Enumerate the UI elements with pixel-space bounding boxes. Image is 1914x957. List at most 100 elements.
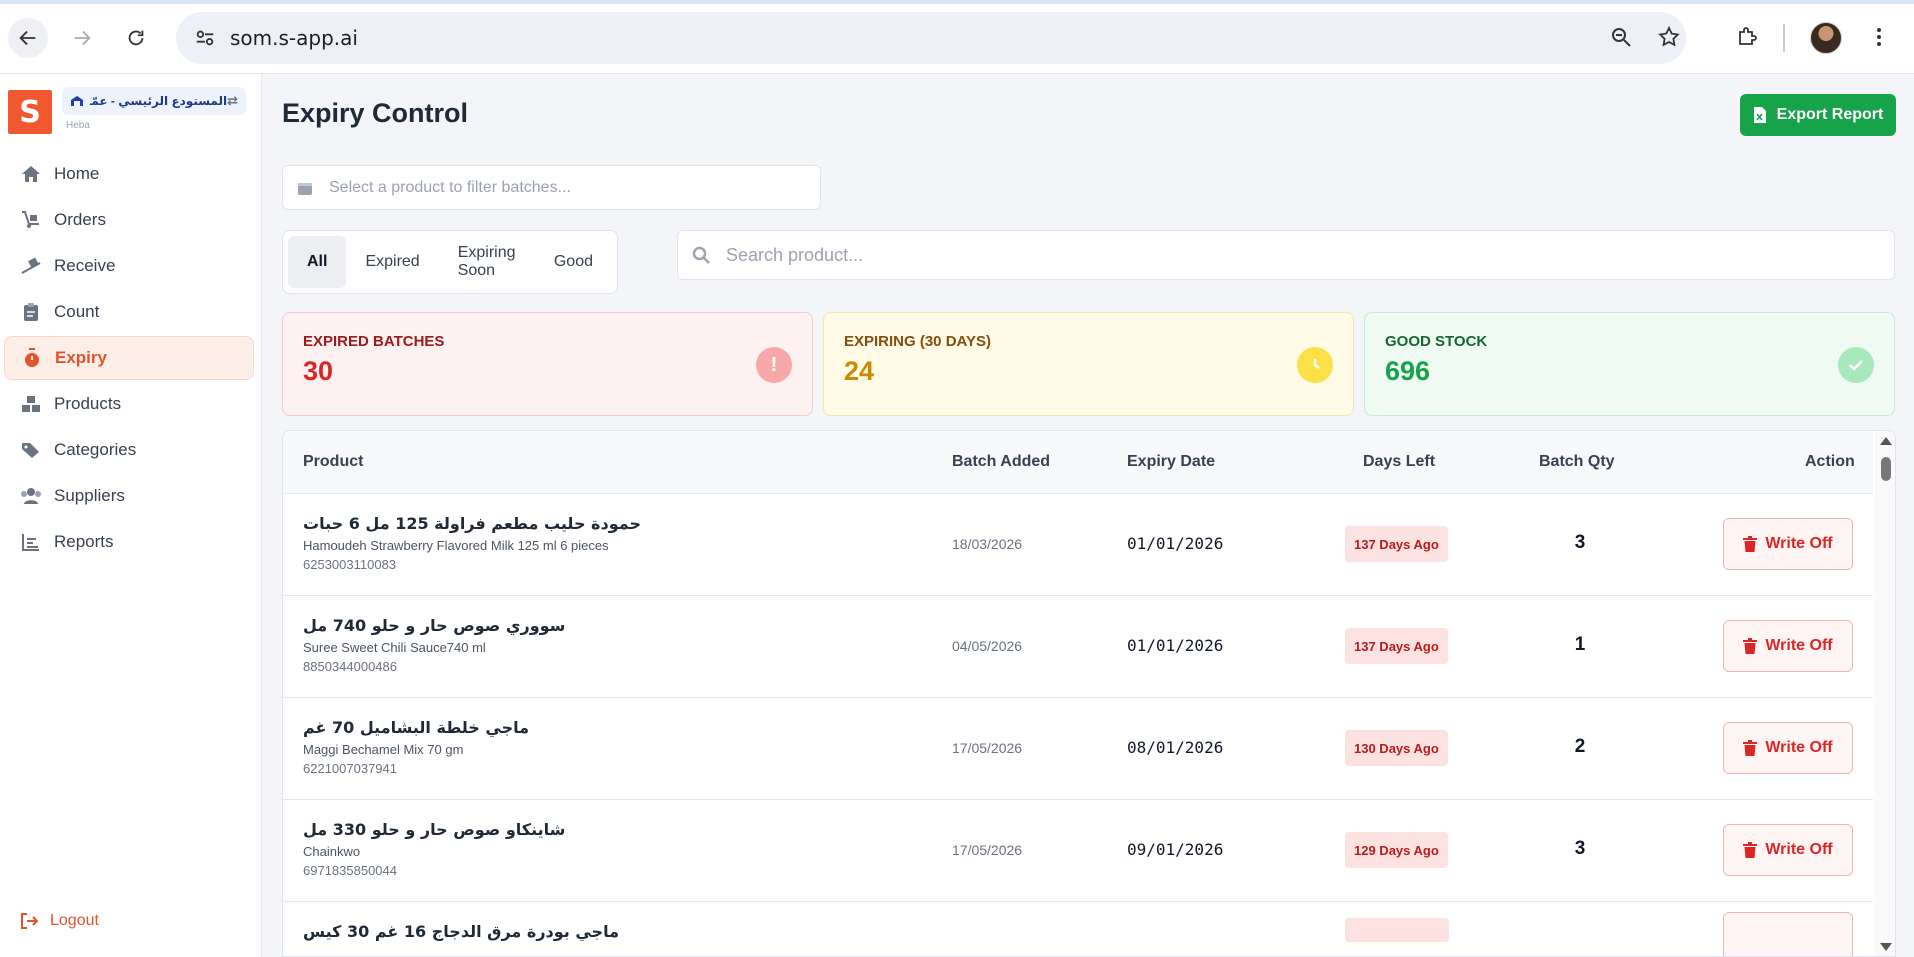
batch-qty: 2 [1574, 736, 1586, 757]
box-icon [297, 180, 313, 196]
tab-strip [0, 0, 1914, 4]
table-scrollbar[interactable] [1875, 431, 1895, 956]
sidebar-nav: Home Orders Receive Count Expiry Product… [4, 152, 254, 566]
trash-icon [1743, 842, 1758, 858]
tab-expiring-soon[interactable]: Expiring Soon [439, 236, 535, 288]
batch-added: 04/05/2026 [952, 638, 1023, 654]
stat-value: 696 [1385, 356, 1431, 386]
col-batch-added: Batch Added [952, 453, 1051, 470]
zoom-icon [1612, 28, 1631, 47]
write-off-button[interactable] [1723, 912, 1853, 956]
table-row: ماجي خلطة البشاميل 70 غم Maggi Bechamel … [283, 698, 1873, 800]
sidebar-item-products[interactable]: Products [4, 382, 254, 426]
sidebar-item-count[interactable]: Count [4, 290, 254, 334]
tab-all[interactable]: All [288, 236, 347, 288]
col-product: Product [303, 453, 364, 470]
scroll-thumb[interactable] [1881, 457, 1891, 481]
product-name-ar: حمودة حليب مطعم فراولة 125 مل 6 حبات [303, 514, 641, 533]
write-off-button[interactable]: Write Off [1723, 518, 1853, 570]
sidebar-item-receive[interactable]: Receive [4, 244, 254, 288]
product-filter-select[interactable]: Select a product to filter batches... [282, 165, 821, 210]
batch-added: 17/05/2026 [952, 740, 1023, 756]
sidebar-item-label: Reports [54, 532, 114, 551]
product-filter-placeholder: Select a product to filter batches... [329, 178, 571, 196]
puzzle-icon [1739, 27, 1757, 45]
store-user: Heba [66, 120, 90, 131]
arrow-right-icon [74, 30, 91, 46]
browser-chrome: som.s-app.ai [0, 0, 1914, 74]
stat-expired-batches: EXPIRED BATCHES 30 ! [282, 312, 813, 416]
toolbar-separator [1783, 24, 1785, 52]
warehouse-icon [71, 96, 83, 106]
tab-expired[interactable]: Expired [346, 236, 438, 288]
tab-good[interactable]: Good [535, 236, 612, 288]
sidebar-item-categories[interactable]: Categories [4, 428, 254, 472]
check-icon [1838, 347, 1874, 383]
col-expiry-date: Expiry Date [1127, 453, 1216, 470]
scroll-up-arrow-icon[interactable] [1880, 437, 1892, 445]
product-name-ar: شاينكاو صوص حار و حلو 330 مل [303, 820, 566, 839]
boxes-icon [20, 393, 42, 415]
sidebar-item-expiry[interactable]: Expiry [4, 336, 254, 380]
clock-icon [1297, 347, 1333, 383]
stat-label: GOOD STOCK [1385, 333, 1488, 350]
users-icon [20, 485, 42, 507]
file-excel-icon [1753, 106, 1767, 124]
sidebar-item-suppliers[interactable]: Suppliers [4, 474, 254, 518]
write-off-button[interactable]: Write Off [1723, 824, 1853, 876]
url-text: som.s-app.ai [230, 26, 358, 50]
trash-icon [1743, 638, 1758, 654]
batches-table: Product Batch Added Expiry Date Days Lef… [282, 430, 1896, 957]
days-left-badge: 137 Days Ago [1345, 628, 1448, 664]
sidebar-item-orders[interactable]: Orders [4, 198, 254, 242]
sidebar-item-reports[interactable]: Reports [4, 520, 254, 564]
home-icon [20, 163, 42, 185]
reload-icon [128, 30, 144, 46]
batch-added: 17/05/2026 [952, 842, 1023, 858]
product-name-en: Suree Sweet Chili Sauce740 ml [303, 640, 486, 655]
stat-label: EXPIRING (30 DAYS) [844, 333, 991, 350]
stat-label: EXPIRED BATCHES [303, 333, 445, 350]
days-left-badge: 137 Days Ago [1345, 526, 1448, 562]
extensions-button[interactable] [1730, 20, 1764, 54]
profile-avatar[interactable] [1810, 22, 1842, 54]
product-name-ar: ماجي بودرة مرق الدجاج 16 غم 30 كيس [303, 922, 619, 941]
search-input[interactable]: Search product... [677, 230, 1895, 280]
scroll-down-arrow-icon[interactable] [1880, 943, 1892, 951]
logout-button[interactable]: Logout [20, 912, 99, 930]
bookmark-button[interactable] [1652, 20, 1686, 54]
table-header: Product Batch Added Expiry Date Days Lef… [283, 431, 1873, 494]
days-left-badge: 130 Days Ago [1345, 730, 1448, 766]
product-barcode: 8850344000486 [303, 659, 397, 674]
write-off-button[interactable]: Write Off [1723, 620, 1853, 672]
export-report-button[interactable]: Export Report [1740, 94, 1896, 136]
switch-icon: ⇄ [227, 93, 238, 108]
zoom-button[interactable] [1604, 20, 1638, 54]
sidebar-item-home[interactable]: Home [4, 152, 254, 196]
sidebar: S المستودع الرئيسي - عمّان ⇄ Heba Home O… [0, 74, 262, 957]
col-batch-qty: Batch Qty [1539, 453, 1615, 470]
address-bar[interactable]: som.s-app.ai [176, 12, 1686, 64]
brand-logo[interactable]: S [8, 90, 52, 134]
table-row: ماجي بودرة مرق الدجاج 16 غم 30 كيس [283, 902, 1873, 956]
stopwatch-icon [21, 347, 43, 369]
forward-button[interactable] [62, 18, 102, 58]
stat-value: 24 [844, 356, 875, 386]
write-off-button[interactable]: Write Off [1723, 722, 1853, 774]
write-off-label: Write Off [1765, 637, 1833, 654]
write-off-label: Write Off [1765, 535, 1833, 552]
dolly-icon [20, 209, 42, 231]
tags-icon [20, 439, 42, 461]
expiry-date: 01/01/2026 [1127, 534, 1224, 553]
write-off-label: Write Off [1765, 841, 1833, 858]
back-button[interactable] [8, 18, 48, 58]
store-switcher[interactable]: المستودع الرئيسي - عمّان ⇄ [62, 87, 246, 115]
chart-bar-icon [20, 531, 42, 553]
menu-button[interactable] [1862, 20, 1896, 54]
truck-ramp-icon [20, 255, 42, 277]
batch-qty: 3 [1574, 838, 1586, 859]
write-off-label: Write Off [1765, 739, 1833, 756]
reload-button[interactable] [116, 18, 156, 58]
site-settings-icon[interactable] [192, 25, 218, 51]
batch-qty: 3 [1574, 532, 1586, 553]
